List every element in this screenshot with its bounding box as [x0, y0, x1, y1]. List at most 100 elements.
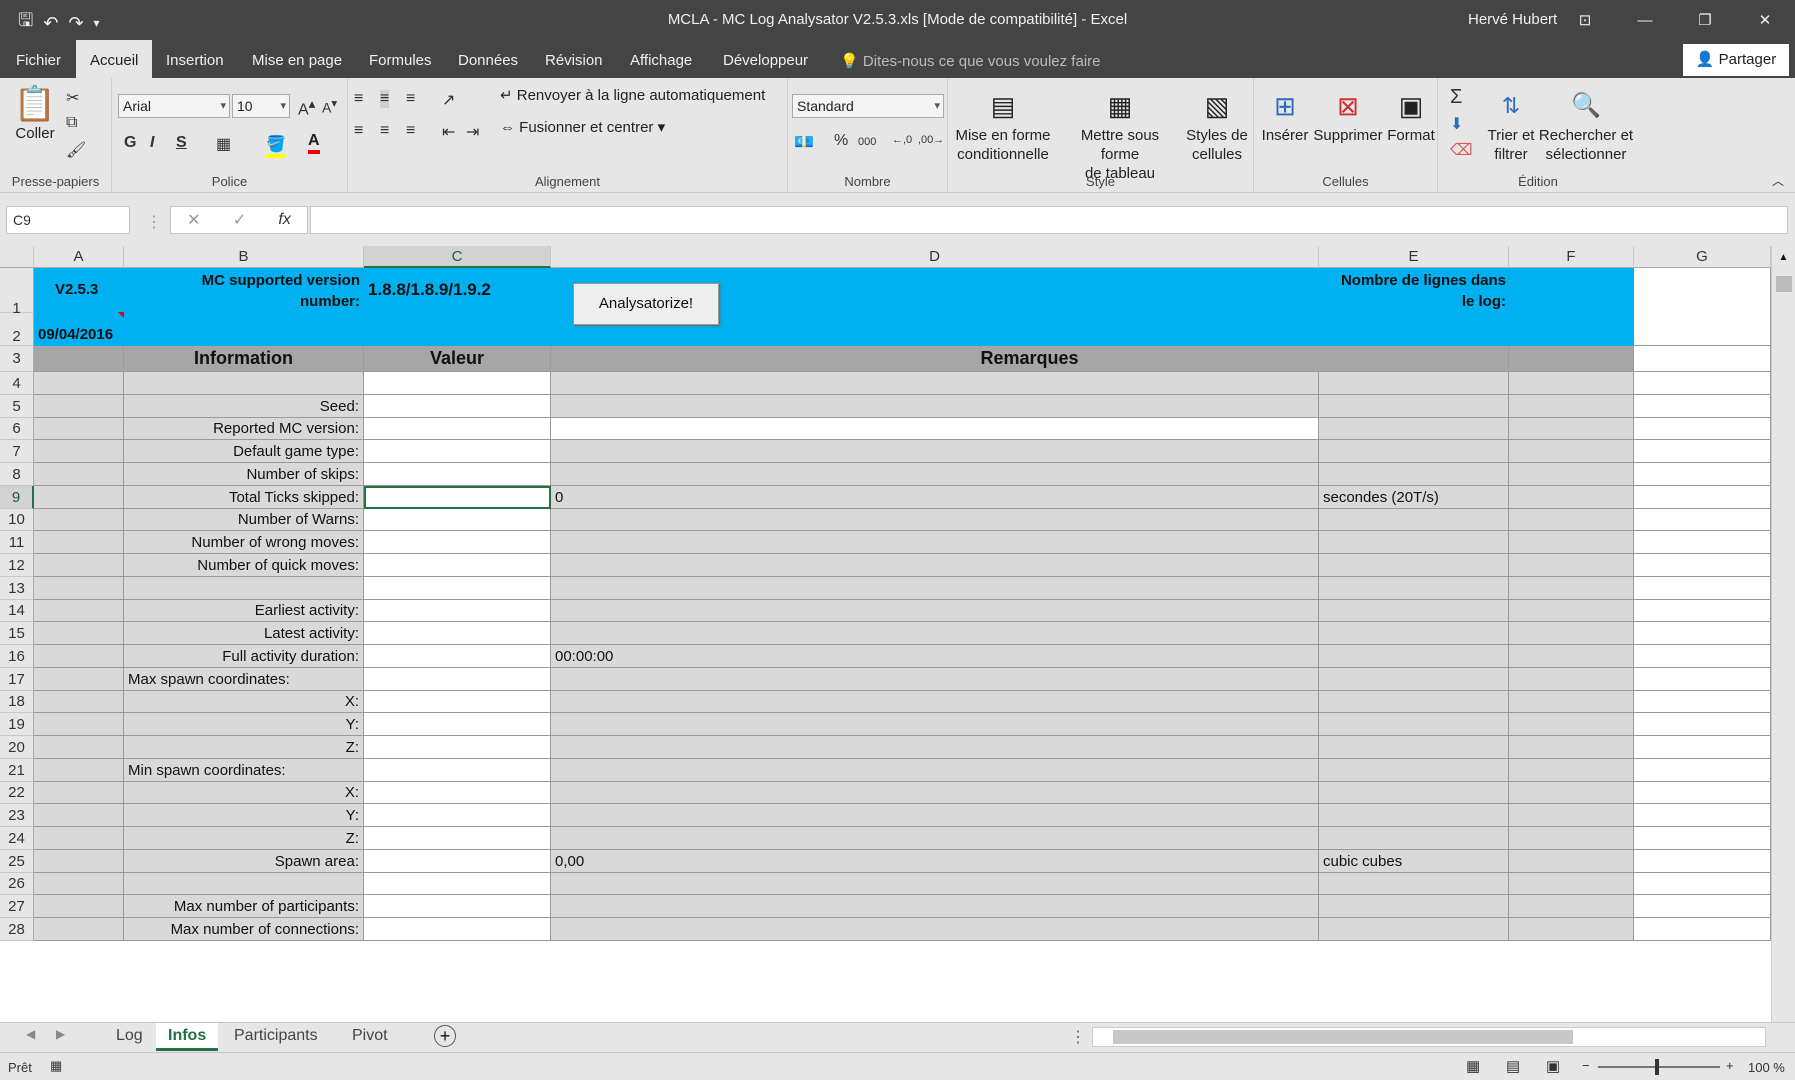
table-header-value[interactable]: Valeur	[364, 346, 551, 372]
cell[interactable]	[34, 418, 124, 440]
cell[interactable]	[1634, 895, 1771, 918]
unit-cell[interactable]	[1319, 395, 1509, 418]
copy-icon[interactable]: ⧉	[66, 114, 77, 132]
delete-cells-button[interactable]: ⊠ Supprimer	[1312, 86, 1384, 145]
value-cell[interactable]	[364, 668, 551, 691]
column-header-f[interactable]: F	[1509, 246, 1634, 268]
remark-cell[interactable]	[551, 827, 1319, 850]
header-cell-g[interactable]	[1634, 268, 1771, 346]
info-label-cell[interactable]: Number of Warns:	[124, 509, 364, 531]
tab-page-layout[interactable]: Mise en page	[238, 40, 356, 78]
align-middle-icon[interactable]: ≡	[380, 90, 390, 108]
row-header[interactable]: 25	[0, 850, 34, 873]
sheet-tab-participants[interactable]: Participants	[222, 1023, 330, 1051]
info-label-cell[interactable]: Z:	[124, 827, 364, 850]
user-name[interactable]: Hervé Hubert	[1468, 11, 1557, 28]
font-name-select[interactable]: Arial	[118, 94, 230, 118]
cell[interactable]	[1509, 418, 1634, 440]
remark-cell[interactable]	[551, 577, 1319, 600]
cell[interactable]	[1509, 850, 1634, 873]
cell[interactable]	[1634, 577, 1771, 600]
value-cell[interactable]	[364, 531, 551, 554]
remark-cell[interactable]	[551, 782, 1319, 804]
unit-cell[interactable]	[1319, 827, 1509, 850]
scroll-up-icon[interactable]: ▲	[1772, 252, 1795, 263]
cell[interactable]	[1509, 759, 1634, 782]
row-header[interactable]: 10	[0, 509, 34, 531]
unit-cell[interactable]	[1319, 372, 1509, 395]
select-all-corner[interactable]	[0, 246, 34, 268]
insert-cells-button[interactable]: ⊞ Insérer	[1258, 86, 1312, 145]
tab-view[interactable]: Affichage	[616, 40, 706, 78]
font-size-select[interactable]: 10	[232, 94, 290, 118]
cell[interactable]	[34, 463, 124, 486]
italic-button[interactable]: I	[150, 134, 154, 152]
cell[interactable]	[1634, 622, 1771, 645]
currency-icon[interactable]: 💶	[794, 132, 814, 152]
cell[interactable]	[1634, 736, 1771, 759]
row-header[interactable]: 15	[0, 622, 34, 645]
remark-cell[interactable]	[551, 463, 1319, 486]
format-cells-button[interactable]: ▣ Format	[1386, 86, 1436, 145]
row-header[interactable]: 1	[0, 268, 34, 317]
info-label-cell[interactable]: Full activity duration:	[124, 645, 364, 668]
value-cell[interactable]	[364, 418, 551, 440]
cell[interactable]	[1634, 372, 1771, 395]
tab-insert[interactable]: Insertion	[152, 40, 238, 78]
cell[interactable]	[1509, 736, 1634, 759]
restore-icon[interactable]: ❐	[1675, 0, 1735, 40]
normal-view-icon[interactable]: ▦	[1466, 1057, 1480, 1075]
unit-cell[interactable]	[1319, 895, 1509, 918]
remark-cell[interactable]	[551, 668, 1319, 691]
info-label-cell[interactable]	[124, 372, 364, 395]
info-label-cell[interactable]: Latest activity:	[124, 622, 364, 645]
cell[interactable]	[1634, 440, 1771, 463]
orientation-icon[interactable]: ↗	[442, 90, 455, 110]
info-label-cell[interactable]: Default game type:	[124, 440, 364, 463]
scroll-thumb[interactable]	[1776, 276, 1792, 292]
cell[interactable]	[1509, 668, 1634, 691]
sheet-tab-pivot[interactable]: Pivot	[340, 1023, 400, 1051]
cell[interactable]	[1634, 873, 1771, 895]
unit-cell[interactable]	[1319, 759, 1509, 782]
row-header[interactable]: 27	[0, 895, 34, 918]
cell[interactable]	[34, 486, 124, 509]
decrease-decimal-icon[interactable]: ,00→	[918, 134, 944, 146]
unit-cell[interactable]	[1319, 554, 1509, 577]
value-cell[interactable]	[364, 736, 551, 759]
row-header[interactable]: 17	[0, 668, 34, 691]
info-label-cell[interactable]: Spawn area:	[124, 850, 364, 873]
remark-cell[interactable]	[551, 736, 1319, 759]
value-cell[interactable]	[364, 850, 551, 873]
find-select-button[interactable]: 🔍 Rechercher et sélectionner	[1536, 86, 1636, 164]
unit-cell[interactable]	[1319, 873, 1509, 895]
cell[interactable]	[1634, 759, 1771, 782]
remark-cell[interactable]	[551, 804, 1319, 827]
info-label-cell[interactable]: Min spawn coordinates:	[124, 759, 364, 782]
cell[interactable]	[1634, 395, 1771, 418]
autosum-icon[interactable]: Σ	[1450, 86, 1462, 109]
remark-cell[interactable]	[551, 395, 1319, 418]
row-header[interactable]: 28	[0, 918, 34, 941]
cell[interactable]	[1634, 554, 1771, 577]
cell[interactable]	[1509, 554, 1634, 577]
sort-filter-button[interactable]: ⇅ Trier et filtrer	[1484, 86, 1538, 164]
remark-cell[interactable]	[551, 554, 1319, 577]
cell[interactable]	[1509, 395, 1634, 418]
cell[interactable]	[34, 600, 124, 622]
cell[interactable]	[34, 691, 124, 713]
macro-record-icon[interactable]: ▦	[50, 1058, 62, 1074]
info-label-cell[interactable]	[124, 873, 364, 895]
tab-home[interactable]: Accueil	[76, 40, 153, 78]
unit-cell[interactable]	[1319, 600, 1509, 622]
table-header-info[interactable]: Information	[124, 346, 364, 372]
unit-cell[interactable]	[1319, 713, 1509, 736]
grow-font-icon[interactable]: A▴	[298, 96, 315, 119]
format-as-table-button[interactable]: ▦ Mettre sous forme de tableau	[1060, 86, 1180, 183]
info-label-cell[interactable]: Y:	[124, 713, 364, 736]
sheet-tab-log[interactable]: Log	[104, 1023, 155, 1051]
unit-cell[interactable]	[1319, 691, 1509, 713]
column-header-e[interactable]: E	[1319, 246, 1509, 268]
cell[interactable]	[1634, 668, 1771, 691]
cell[interactable]	[34, 395, 124, 418]
